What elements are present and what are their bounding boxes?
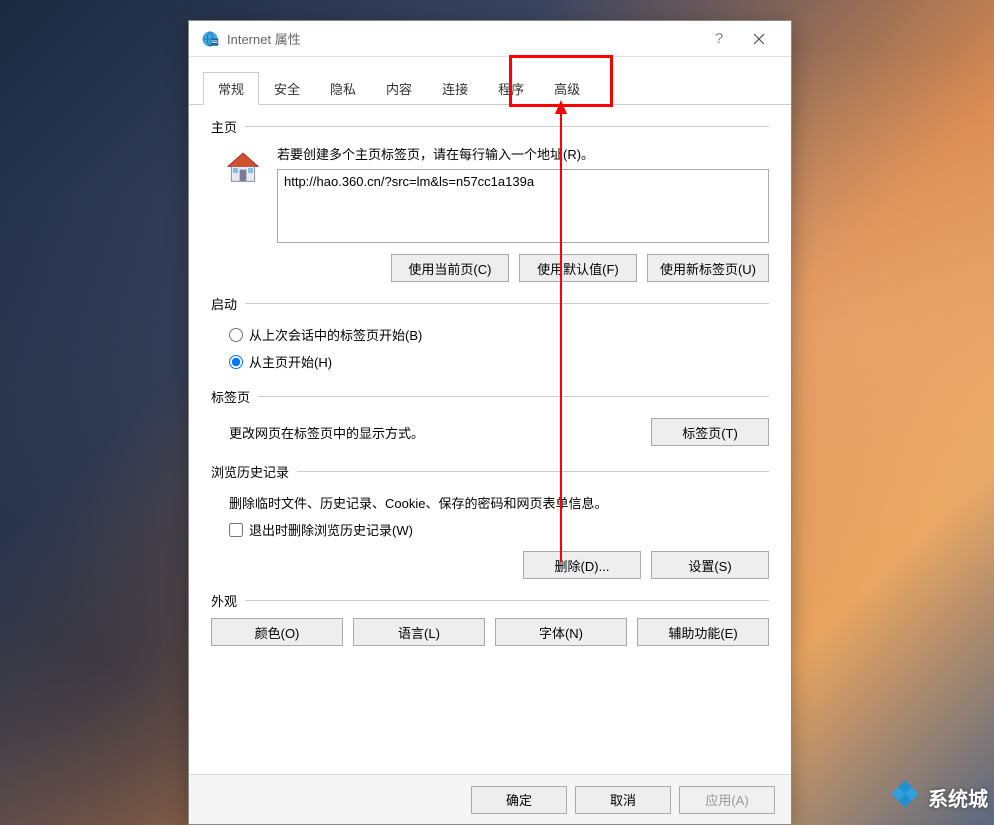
homepage-label: 主页 bbox=[211, 117, 237, 136]
cancel-button[interactable]: 取消 bbox=[575, 786, 671, 814]
titlebar-title: Internet 属性 bbox=[227, 29, 301, 48]
use-current-button[interactable]: 使用当前页(C) bbox=[391, 254, 509, 282]
tabs-group: 标签页 更改网页在标签页中的显示方式。 标签页(T) bbox=[211, 387, 769, 450]
delete-on-exit-label: 退出时删除浏览历史记录(W) bbox=[249, 520, 413, 539]
accessibility-button[interactable]: 辅助功能(E) bbox=[637, 618, 769, 646]
internet-properties-dialog: Internet 属性 ? 常规 安全 隐私 内容 连接 程序 高级 主页 bbox=[188, 20, 792, 825]
tab-privacy[interactable]: 隐私 bbox=[315, 72, 371, 105]
appearance-label: 外观 bbox=[211, 591, 237, 610]
tab-programs[interactable]: 程序 bbox=[483, 72, 539, 105]
startup-last-session-radio[interactable]: 从上次会话中的标签页开始(B) bbox=[211, 321, 769, 348]
startup-group: 启动 从上次会话中的标签页开始(B) 从主页开始(H) bbox=[211, 294, 769, 375]
close-icon bbox=[753, 33, 765, 45]
homepage-group: 主页 若要创建多个主页标签页，请在每行输入一个地址(R)。 bbox=[211, 117, 769, 282]
homepage-input[interactable] bbox=[277, 169, 769, 243]
internet-options-icon bbox=[201, 30, 219, 48]
tabs-group-label: 标签页 bbox=[211, 387, 250, 406]
apply-button[interactable]: 应用(A) bbox=[679, 786, 775, 814]
startup-label: 启动 bbox=[211, 294, 237, 313]
history-hint: 删除临时文件、历史记录、Cookie、保存的密码和网页表单信息。 bbox=[211, 489, 769, 516]
colors-button[interactable]: 颜色(O) bbox=[211, 618, 343, 646]
watermark-icon bbox=[888, 777, 922, 817]
tab-content-area: 主页 若要创建多个主页标签页，请在每行输入一个地址(R)。 bbox=[189, 105, 791, 670]
delete-history-button[interactable]: 删除(D)... bbox=[523, 551, 641, 579]
home-icon bbox=[219, 144, 267, 192]
ok-button[interactable]: 确定 bbox=[471, 786, 567, 814]
tab-security[interactable]: 安全 bbox=[259, 72, 315, 105]
appearance-group: 外观 颜色(O) 语言(L) 字体(N) 辅助功能(E) bbox=[211, 591, 769, 646]
startup-home-radio[interactable]: 从主页开始(H) bbox=[211, 348, 769, 375]
tab-general[interactable]: 常规 bbox=[203, 72, 259, 105]
tabs-settings-button[interactable]: 标签页(T) bbox=[651, 418, 769, 446]
use-newtab-button[interactable]: 使用新标签页(U) bbox=[647, 254, 769, 282]
dialog-footer: 确定 取消 应用(A) bbox=[189, 774, 791, 824]
startup-home-label: 从主页开始(H) bbox=[249, 352, 332, 371]
tab-connections[interactable]: 连接 bbox=[427, 72, 483, 105]
close-button[interactable] bbox=[739, 21, 779, 57]
fonts-button[interactable]: 字体(N) bbox=[495, 618, 627, 646]
tab-content[interactable]: 内容 bbox=[371, 72, 427, 105]
tabs-hint: 更改网页在标签页中的显示方式。 bbox=[229, 423, 651, 442]
watermark: 系统城 bbox=[888, 777, 988, 817]
history-label: 浏览历史记录 bbox=[211, 462, 289, 481]
watermark-text: 系统城 bbox=[928, 783, 988, 812]
history-group: 浏览历史记录 删除临时文件、历史记录、Cookie、保存的密码和网页表单信息。 … bbox=[211, 462, 769, 579]
language-button[interactable]: 语言(L) bbox=[353, 618, 485, 646]
delete-on-exit-checkbox[interactable]: 退出时删除浏览历史记录(W) bbox=[211, 516, 769, 543]
titlebar: Internet 属性 ? bbox=[189, 21, 791, 57]
homepage-hint: 若要创建多个主页标签页，请在每行输入一个地址(R)。 bbox=[277, 144, 769, 163]
tab-strip: 常规 安全 隐私 内容 连接 程序 高级 bbox=[189, 57, 791, 105]
tab-advanced[interactable]: 高级 bbox=[539, 72, 595, 105]
use-default-button[interactable]: 使用默认值(F) bbox=[519, 254, 637, 282]
help-button[interactable]: ? bbox=[699, 21, 739, 57]
history-settings-button[interactable]: 设置(S) bbox=[651, 551, 769, 579]
startup-last-label: 从上次会话中的标签页开始(B) bbox=[249, 325, 422, 344]
